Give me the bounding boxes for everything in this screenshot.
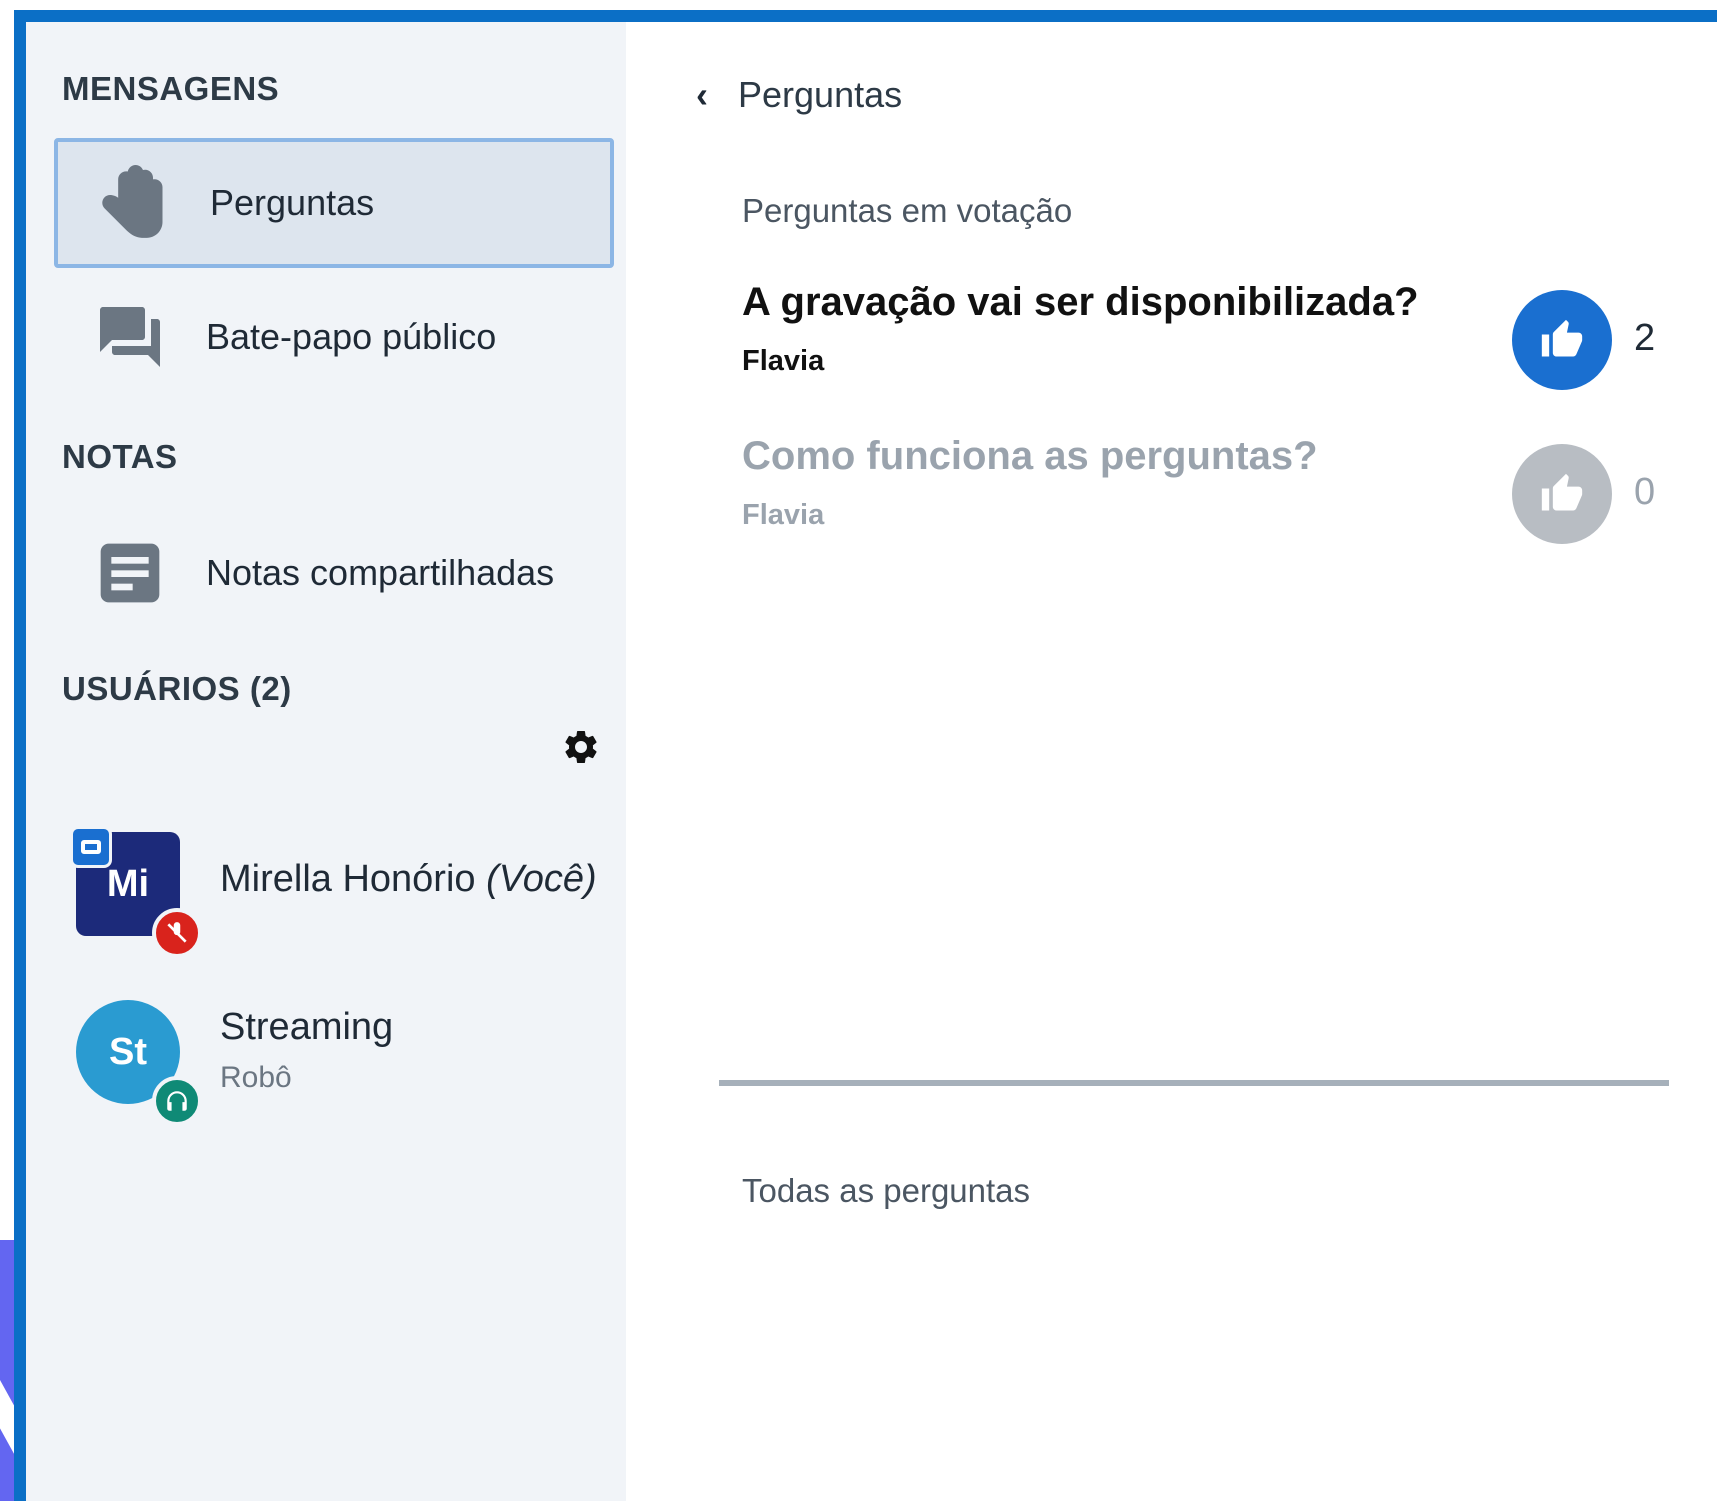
sidebar-item-label: Perguntas xyxy=(210,182,375,223)
sidebar: MENSAGENS Perguntas Bate-papo público NO… xyxy=(26,22,626,1501)
user-name: Streaming xyxy=(220,1006,394,1048)
messages-section-title: MENSAGENS xyxy=(62,70,280,107)
divider xyxy=(719,1080,1669,1086)
back-button[interactable]: ‹ Perguntas xyxy=(696,74,902,116)
app-window: MENSAGENS Perguntas Bate-papo público NO… xyxy=(14,10,1717,1501)
user-list-item[interactable]: Mi Mirella Honório (Você) xyxy=(70,826,597,958)
vote-count: 2 xyxy=(1634,317,1656,359)
sidebar-item-shared-notes[interactable]: Notas compartilhadas xyxy=(54,508,614,638)
chat-icon xyxy=(84,291,176,383)
vote-count: 0 xyxy=(1634,471,1656,513)
all-questions-title: Todas as perguntas xyxy=(742,1172,1031,1209)
avatar: St xyxy=(76,1000,202,1126)
thumbs-up-icon xyxy=(1541,473,1583,511)
notes-section-title: NOTAS xyxy=(62,438,178,475)
sidebar-item-perguntas[interactable]: Perguntas xyxy=(54,138,614,268)
sidebar-item-public-chat[interactable]: Bate-papo público xyxy=(54,272,614,402)
user-list-item[interactable]: St Streaming Robô xyxy=(76,1000,394,1126)
hand-icon xyxy=(88,157,180,249)
user-role: Robô xyxy=(220,1061,292,1094)
presenter-icon xyxy=(70,826,112,868)
headphones-icon xyxy=(152,1076,202,1126)
upvote-button[interactable] xyxy=(1512,444,1612,544)
voting-section-title: Perguntas em votação xyxy=(742,192,1073,229)
avatar-initials: Mi xyxy=(106,862,150,905)
you-tag: (Você) xyxy=(486,858,597,900)
avatar-initials: St xyxy=(109,1030,147,1073)
gear-icon[interactable] xyxy=(561,727,601,767)
thumbs-up-icon xyxy=(1541,319,1583,357)
notes-icon xyxy=(84,527,176,619)
questions-panel: ‹ Perguntas Perguntas em votação A grava… xyxy=(626,22,1717,1501)
user-name: Mirella Honório (Você) xyxy=(220,858,597,900)
sidebar-item-label: Bate-papo público xyxy=(206,316,497,357)
upvote-button[interactable] xyxy=(1512,290,1612,390)
muted-mic-icon xyxy=(152,908,202,958)
sidebar-item-label: Notas compartilhadas xyxy=(206,552,555,593)
avatar: Mi xyxy=(70,826,202,958)
chevron-left-icon: ‹ xyxy=(696,74,708,115)
panel-title: Perguntas xyxy=(738,74,903,115)
users-section-title: USUÁRIOS (2) xyxy=(62,670,292,707)
